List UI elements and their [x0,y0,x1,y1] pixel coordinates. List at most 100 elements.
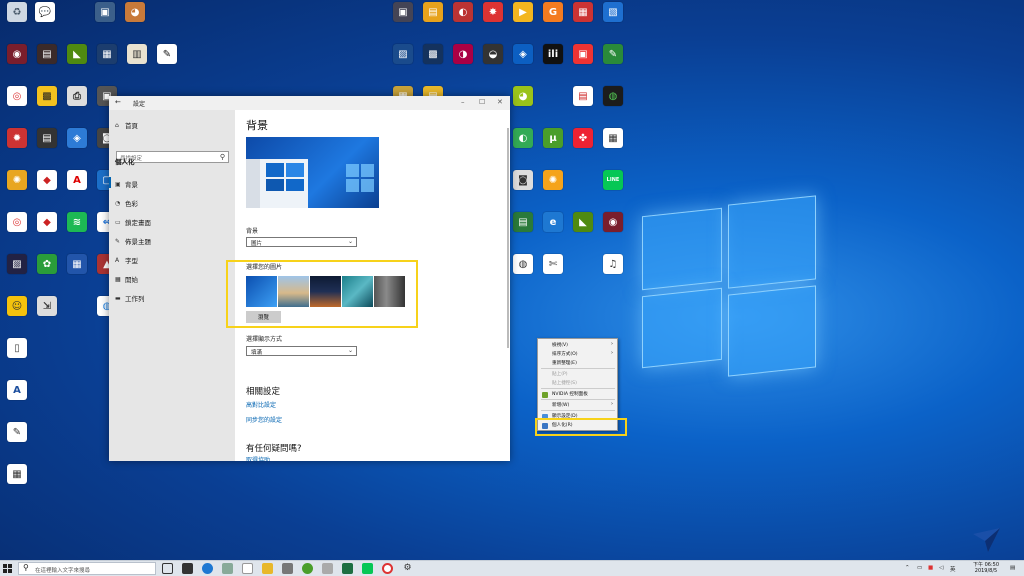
app-icon[interactable]: ▥ [120,44,154,82]
document-icon[interactable]: ▯ [0,338,34,376]
close-icon[interactable]: ✕ [497,98,503,106]
app-icon[interactable]: ▨ [386,44,420,82]
app-icon[interactable]: ◈ [60,128,94,166]
file-explorer-icon[interactable] [262,563,273,574]
app-icon[interactable]: ▤ [566,86,600,124]
app-icon[interactable]: ⇲ [30,296,64,334]
maximize-icon[interactable]: ☐ [479,98,485,106]
clock[interactable]: 下午 06:50 2019/8/5 [973,562,999,574]
network-icon[interactable]: ▭ [917,565,922,571]
start-button[interactable] [3,564,13,574]
app-icon[interactable]: ◐ [446,2,480,40]
app-icon[interactable]: ▦ [60,254,94,292]
app-icon[interactable]: ◉ [596,212,630,250]
taskbar-search-input[interactable]: ⚲ 在這裡輸入文字來搜尋 [18,562,156,575]
menu-item-sort-by[interactable]: 排序方式(O) › [552,350,613,357]
app-icon[interactable]: ♫ [596,254,630,292]
app-icon[interactable]: ▩ [416,44,450,82]
ie-icon[interactable]: e [536,212,570,250]
nvidia-icon[interactable]: ◣ [60,44,94,82]
app-icon[interactable]: ◒ [476,44,510,82]
app-icon[interactable]: ▣ [566,44,600,82]
app-icon[interactable] [222,563,233,574]
sidebar-item-lock-screen[interactable]: ▭ 鎖定畫面 [115,217,151,228]
sidebar-item-home[interactable]: ⌂ 首頁 [115,120,138,131]
task-view-icon[interactable] [162,563,173,574]
player-icon[interactable]: ▶ [506,2,540,40]
reader-icon[interactable]: G [536,2,570,40]
nvidia-icon[interactable]: ◣ [566,212,600,250]
app-icon[interactable]: ◍ [506,254,540,292]
app-icon[interactable] [322,563,333,574]
line-icon[interactable] [362,563,373,574]
chrome-icon[interactable]: ◎ [0,86,34,124]
app-icon[interactable]: ✤ [566,128,600,166]
app-icon[interactable]: ▧ [596,2,630,40]
media-app-icon[interactable]: ▤ [30,44,64,82]
app-icon[interactable]: ▣ [386,2,420,40]
app-icon[interactable]: ◍ [596,86,630,124]
sidebar-item-themes[interactable]: ✎ 佈景主題 [115,236,151,247]
fit-select[interactable]: 填滿 ⌄ [246,346,357,356]
avira-icon[interactable]: A [60,170,94,208]
volume-icon[interactable]: ◁ [939,565,943,571]
store-icon[interactable] [182,563,193,574]
app-tray-icon[interactable]: ■ [928,565,933,571]
app-icon[interactable]: ◙ [506,170,540,208]
sidebar-item-background[interactable]: ▣ 背景 [115,179,138,190]
app-icon[interactable]: ◆ [30,212,64,250]
app-icon[interactable]: ✿ [30,254,64,292]
app-icon[interactable]: ▤ [30,128,64,166]
app-icon[interactable]: ▤ [506,212,540,250]
title-bar[interactable]: ← 設定 – ☐ ✕ [109,96,510,110]
spotify-icon[interactable]: ≋ [60,212,94,250]
input-language[interactable]: 英 [950,565,956,573]
app-icon[interactable]: ◕ [506,86,540,124]
app-icon[interactable]: ▦ [596,128,630,166]
chrome-icon[interactable] [382,563,393,574]
menu-item-view[interactable]: 檢視(V) › [552,341,613,348]
high-contrast-link[interactable]: 高對比設定 [246,400,276,409]
back-arrow-icon[interactable]: ← [115,98,121,106]
excel-icon[interactable] [342,563,353,574]
app-icon[interactable]: ▦ [90,44,124,82]
sidebar-item-taskbar[interactable]: ▬ 工作列 [115,293,145,304]
app-icon[interactable]: ✹ [0,128,34,166]
app-icon[interactable]: ili [536,44,570,82]
menu-item-nvidia[interactable]: NVIDIA 控制面板 [552,391,588,397]
minimize-icon[interactable]: – [461,98,465,106]
app-icon[interactable]: ▤ [416,2,450,40]
app-icon[interactable]: ▨ [0,254,34,292]
app-icon[interactable]: ▩ [30,86,64,124]
chrome-icon[interactable]: ◎ [0,212,34,250]
gear-icon[interactable]: ⚙ [402,563,413,574]
app-icon[interactable]: ◈ [506,44,540,82]
media-app-icon[interactable]: ◉ [0,44,34,82]
menu-item-refresh[interactable]: 重新整理(E) [552,360,577,366]
app-icon[interactable]: ✸ [476,2,510,40]
sidebar-item-colors[interactable]: ◔ 色彩 [115,198,138,209]
app-icon[interactable]: ✎ [0,422,34,460]
app-icon[interactable]: A [0,380,34,418]
get-help-link[interactable]: 取得協助 [246,455,270,461]
app-icon[interactable]: ◑ [446,44,480,82]
app-icon[interactable] [282,563,293,574]
printer-icon[interactable]: ⎙ [60,86,94,124]
monkey-app-icon[interactable]: ◕ [118,2,152,40]
app-icon[interactable] [242,563,253,574]
sync-settings-link[interactable]: 同步您的設定 [246,415,282,424]
menu-item-new[interactable]: 新增(W) › [552,401,613,408]
chat-bubble-icon[interactable]: 💬 [28,2,62,40]
notification-icon[interactable]: ▤ [1010,565,1015,571]
app-icon[interactable]: ▦ [566,2,600,40]
sidebar-item-start[interactable]: ▦ 開始 [115,274,138,285]
utorrent-icon[interactable]: µ [536,128,570,166]
app-icon[interactable]: ◐ [506,128,540,166]
utorrent-icon[interactable] [302,563,313,574]
app-icon[interactable]: ✎ [150,44,184,82]
background-type-select[interactable]: 圖片 ⌄ [246,237,357,247]
app-icon[interactable]: ✺ [0,170,34,208]
app-icon[interactable]: ✺ [536,170,570,208]
edge-icon[interactable] [202,563,213,574]
line-icon[interactable]: LINE [596,170,630,208]
